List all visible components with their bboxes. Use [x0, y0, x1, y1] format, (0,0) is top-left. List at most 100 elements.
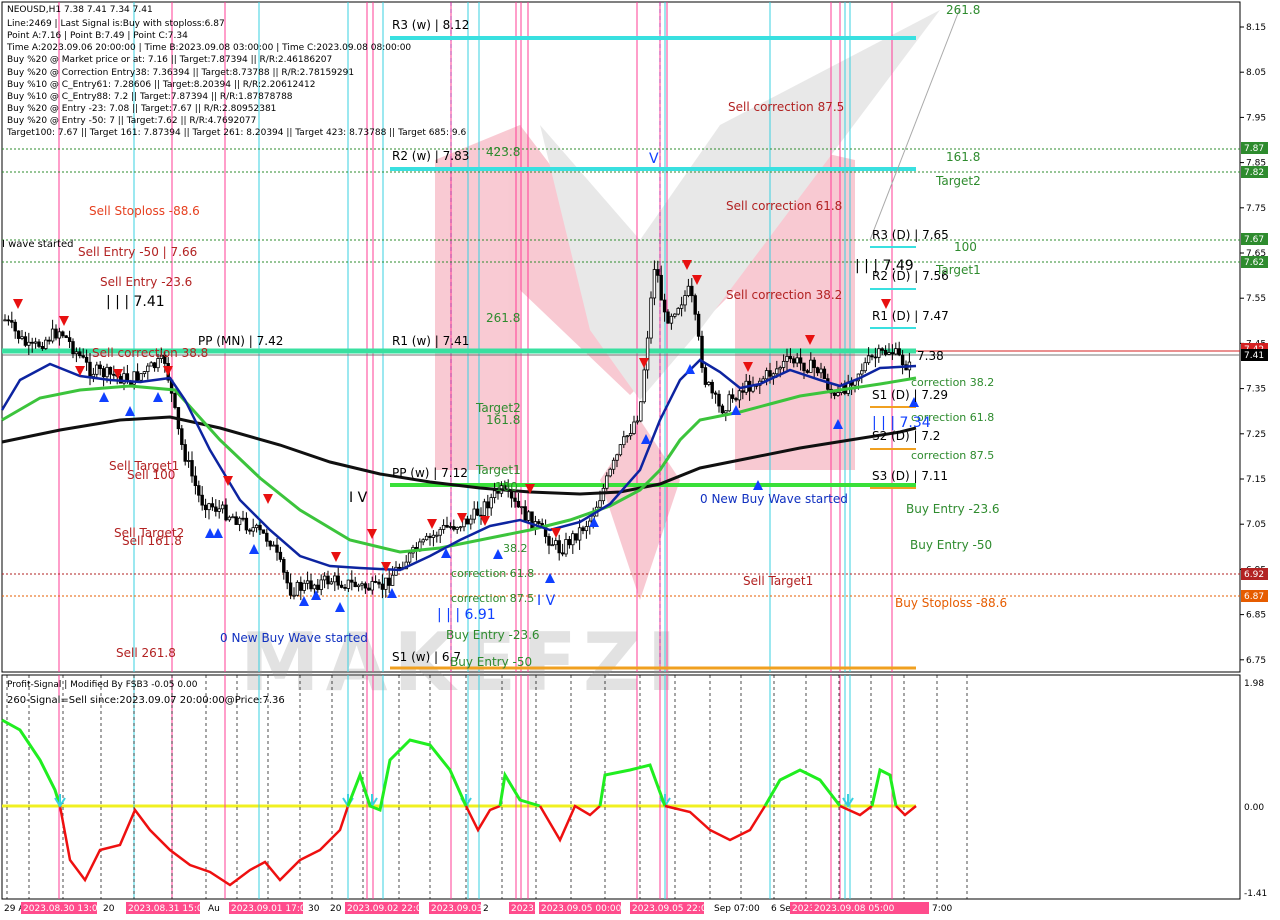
sell-entry-label: Sell Entry -23.6: [100, 275, 192, 289]
fib-label: 100: [954, 240, 977, 254]
ppw-label: PP (w) | 7.12: [392, 466, 468, 480]
info-line: Buy %10 @ C_Entry88: 7.2 || Target:7.873…: [7, 92, 293, 102]
sell-correction-label: Sell correction 38.2: [726, 288, 842, 302]
r1w-label: R1 (w) | 7.41: [392, 334, 469, 348]
fib-label: 161.8: [946, 150, 980, 164]
correction-label: 38.2: [503, 542, 528, 555]
price-tick: 6.75: [1246, 656, 1266, 666]
wave-started-label: I wave started: [2, 239, 73, 250]
trading-chart[interactable]: MAKEFZI NEOUSD,H1 7.38 7.41 7.34 7.41 Li…: [0, 0, 1280, 920]
sell-entry-label: Sell Entry -50 | 7.66: [78, 245, 197, 259]
price-badge-label: 7.82: [1244, 168, 1264, 178]
time-label: 7:00: [932, 904, 952, 914]
indicator-signal: 260-Signal=Sell since:2023.09.07 20:00:0…: [7, 695, 285, 706]
info-line: Point A:7.16 | Point B:7.49 | Point C:7.…: [7, 31, 188, 41]
wave-label: I V: [349, 490, 368, 506]
fib-label: 100: [495, 480, 518, 494]
info-line: Time A:2023.09.06 20:00:00 | Time B:2023…: [6, 43, 411, 53]
s1d-label: S1 (D) | 7.29: [872, 388, 948, 402]
price-tick: 7.05: [1246, 520, 1266, 530]
wave-label: I V: [537, 593, 556, 609]
time-label: 2: [483, 904, 489, 914]
sell-fib-label: Sell 100: [127, 468, 175, 482]
buy-entry-label: Buy Entry -50: [910, 538, 992, 552]
new-wave-label: 0 New Buy Wave started: [700, 492, 848, 506]
time-label: Au: [208, 904, 220, 914]
time-label: 20: [103, 904, 115, 914]
price-tick: 7.95: [1246, 113, 1266, 123]
price-tick: 8.15: [1246, 23, 1266, 33]
price-tick: 7.25: [1246, 430, 1266, 440]
target-label: Target1: [935, 263, 981, 277]
price-tick: 7.15: [1246, 475, 1266, 485]
buy-entry-label: Buy Entry -23.6: [906, 502, 1000, 516]
price-badge-label: 7.67: [1244, 235, 1264, 245]
price-tick: 7.55: [1246, 294, 1266, 304]
buy-entry-label: Buy Entry -23.6: [446, 628, 540, 642]
time-label: 2023.09.08 05:00: [814, 904, 895, 914]
sell-fib-label: Sell 261.8: [116, 646, 176, 660]
s2d-label: S2 (D) | 7.2: [872, 429, 940, 443]
sell-target-label: Sell Target1: [743, 574, 813, 588]
price-tick: 7.35: [1246, 385, 1266, 395]
fib-label: 423.8: [486, 145, 520, 159]
r3w-label: R3 (w) | 8.12: [392, 18, 469, 32]
new-wave-label: 0 New Buy Wave started: [220, 631, 368, 645]
r3d-label: R3 (D) | 7.65: [872, 228, 949, 242]
indicator-tick: 0.00: [1244, 803, 1264, 813]
sell-correction-label: Sell correction 61.8: [726, 199, 842, 213]
correction-label: correction 87.5: [911, 449, 994, 462]
price-tick: 7.75: [1246, 204, 1266, 214]
ppd-value-label: 7.38: [917, 349, 944, 363]
correction-label: correction 61.8: [451, 567, 534, 580]
price-badge-label: 7.41: [1244, 351, 1264, 361]
indicator-title: Profit-Signal | Modified By FSB3 -0.05 0…: [7, 680, 198, 690]
price-badge-label: 6.87: [1244, 592, 1264, 602]
price-tick: 8.05: [1246, 68, 1266, 78]
correction-label: correction 87.5: [451, 592, 534, 605]
target-label: Target1: [475, 463, 521, 477]
info-line: Buy %20 @ Correction Entry38: 7.36394 ||…: [7, 68, 354, 78]
sell-correction-label: Sell correction 87.5: [728, 100, 844, 114]
info-line: Buy %20 @ Entry -50: 7 || Target:7.62 ||…: [7, 116, 256, 126]
time-label: 2023.09.05 22:00: [632, 904, 713, 914]
time-label: 2023.09.05 00:00: [541, 904, 622, 914]
wave-label: | | | 6.91: [437, 607, 496, 623]
time-label: 2023.08.31 15:00: [128, 904, 209, 914]
info-line: Buy %10 @ C_Entry61: 7.28606 || Target:8…: [7, 80, 315, 90]
sell-fib-label: Sell 161.8: [122, 534, 182, 548]
info-line: Target100: 7.67 || Target 161: 7.87394 |…: [6, 128, 466, 138]
info-line: Line:2469 | Last Signal is:Buy with stop…: [7, 19, 225, 29]
time-label: 2023.09.01 17:00: [231, 904, 312, 914]
sell-stoploss-label: Sell Stoploss -88.6: [89, 204, 200, 218]
r1d-label: R1 (D) | 7.47: [872, 309, 949, 323]
price-badge-label: 7.87: [1244, 144, 1264, 154]
fib-label: 161.8: [486, 413, 520, 427]
sell-correction-label: Sell correction 38.8: [92, 346, 208, 360]
buy-entry-label: Buy Entry -50: [450, 655, 532, 669]
info-line: NEOUSD,H1 7.38 7.41 7.34 7.41: [7, 5, 153, 15]
price-badge-label: 7.62: [1244, 258, 1264, 268]
ppmn-label: PP (MN) | 7.42: [198, 334, 283, 348]
fib-label: 261.8: [486, 311, 520, 325]
time-label: 2023.08.30 13:00: [23, 904, 104, 914]
s3d-label: S3 (D) | 7.11: [872, 469, 948, 483]
wave-label: V: [649, 151, 659, 167]
time-label: 6 Se: [771, 904, 791, 914]
correction-label: correction 38.2: [911, 376, 994, 389]
wave-label: | | | 7.41: [106, 294, 165, 310]
time-axis[interactable]: 29 A2023.08.30 13:00 20 2023.08.31 15:00 Au…: [4, 902, 952, 914]
price-tick: 6.85: [1246, 611, 1266, 621]
info-line: Buy %20 @ Market price or at: 7.16 || Ta…: [7, 55, 332, 65]
info-line: Buy %20 @ Entry -23: 7.08 || Target:7.67…: [7, 104, 276, 114]
fib-label: 261.8: [946, 3, 980, 17]
target-label: Target2: [935, 174, 981, 188]
indicator-tick: -1.41: [1244, 889, 1267, 899]
time-label: 20: [330, 904, 342, 914]
wave-label: | | | 7.34: [872, 415, 931, 431]
indicator-tick: 1.98: [1244, 679, 1264, 689]
time-label: 2023.09.03: [431, 904, 483, 914]
price-badge-label: 6.92: [1244, 570, 1264, 580]
time-label: 30: [308, 904, 320, 914]
buy-stoploss-label: Buy Stoploss -88.6: [895, 596, 1007, 610]
